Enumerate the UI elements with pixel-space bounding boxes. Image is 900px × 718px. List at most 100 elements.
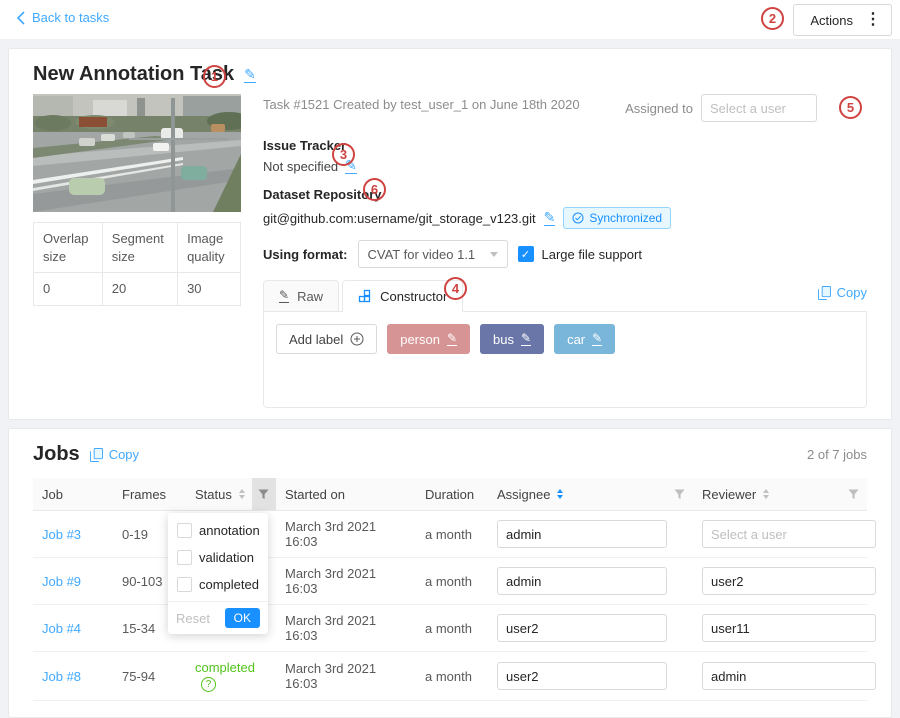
more-icon: ⋮ xyxy=(865,12,881,28)
annotation-circle-4: 4 xyxy=(444,277,467,300)
reviewer-sorter-icon[interactable] xyxy=(763,489,769,499)
job-row: Job #4 15-34 March 3rd 2021 16:03 a mont… xyxy=(33,605,867,652)
segment-size-value: 20 xyxy=(102,273,177,306)
sync-badge-label: Synchronized xyxy=(589,211,662,225)
assignee-sorter-icon[interactable] xyxy=(557,489,563,499)
export-format-value: CVAT for video 1.1 xyxy=(368,247,476,262)
copy-labels-label: Copy xyxy=(837,285,867,300)
assignee-filter-button[interactable] xyxy=(665,478,693,510)
edit-label-icon[interactable]: ✎ xyxy=(592,332,602,346)
chevron-down-icon xyxy=(490,252,498,257)
actions-label: Actions xyxy=(810,13,853,28)
image-quality-header: Image quality xyxy=(178,223,241,273)
add-label-button[interactable]: Add label xyxy=(276,324,377,354)
segment-size-header: Segment size xyxy=(102,223,177,273)
reviewer-input[interactable] xyxy=(702,520,876,548)
actions-button[interactable]: Actions ⋮ xyxy=(793,4,892,36)
edit-repository-icon[interactable]: ✎ xyxy=(544,210,556,226)
edit-label-icon[interactable]: ✎ xyxy=(521,332,531,346)
duration-cell: a month xyxy=(416,558,488,605)
task-meta-text: Task #1521 Created by test_user_1 on Jun… xyxy=(263,94,580,112)
edit-label-icon[interactable]: ✎ xyxy=(447,332,457,346)
copy-icon xyxy=(818,286,831,300)
overlap-size-header: Overlap size xyxy=(34,223,103,273)
large-file-support-checkbox[interactable]: ✓ Large file support xyxy=(518,246,642,262)
tab-raw[interactable]: ✎ Raw xyxy=(263,280,339,312)
filter-option-label: annotation xyxy=(199,523,260,538)
filter-reset-button[interactable]: Reset xyxy=(176,611,210,626)
assignee-input[interactable] xyxy=(497,520,667,548)
label-chip-car[interactable]: car ✎ xyxy=(554,324,615,354)
assignee-input[interactable] xyxy=(497,662,667,690)
reviewer-input[interactable] xyxy=(702,662,876,690)
col-started-on: Started on xyxy=(285,487,345,502)
large-file-support-label: Large file support xyxy=(542,247,642,262)
job-link[interactable]: Job #3 xyxy=(42,527,81,542)
reviewer-filter-button[interactable] xyxy=(839,478,867,510)
filter-option-annotation[interactable]: annotation xyxy=(168,517,268,544)
annotation-circle-1: 1 xyxy=(203,65,226,88)
jobs-heading: Jobs xyxy=(33,443,80,466)
job-row: Job #3 0-19 March 3rd 2021 16:03 a month xyxy=(33,511,867,558)
issue-tracker-value: Not specified xyxy=(263,159,338,174)
assigned-to-label: Assigned to xyxy=(625,101,693,116)
duration-cell: a month xyxy=(416,652,488,701)
export-format-select[interactable]: CVAT for video 1.1 xyxy=(358,240,508,268)
task-preview-image xyxy=(33,94,241,212)
filter-funnel-icon xyxy=(848,489,859,500)
filter-option-completed[interactable]: completed xyxy=(168,571,268,598)
status-filter-dropdown: annotation validation completed Reset OK xyxy=(168,513,268,634)
checkbox-unchecked[interactable] xyxy=(177,523,192,538)
checkbox-unchecked[interactable] xyxy=(177,550,192,565)
task-params-table: Overlap size Segment size Image quality … xyxy=(33,222,241,306)
jobs-card: Jobs Copy 2 of 7 jobs Job Frames Status xyxy=(8,428,892,718)
checkbox-unchecked[interactable] xyxy=(177,577,192,592)
tab-constructor-label: Constructor xyxy=(380,289,447,304)
assignee-input[interactable] xyxy=(497,567,667,595)
job-link[interactable]: Job #9 xyxy=(42,574,81,589)
copy-labels-button[interactable]: Copy xyxy=(818,285,867,300)
label-chip-bus[interactable]: bus ✎ xyxy=(480,324,544,354)
duration-cell: a month xyxy=(416,605,488,652)
add-label-text: Add label xyxy=(289,332,343,347)
dataset-repository-label: Dataset Repository xyxy=(263,187,867,202)
filter-ok-button[interactable]: OK xyxy=(225,608,260,628)
using-format-label: Using format: xyxy=(263,247,348,262)
col-status[interactable]: Status xyxy=(195,487,232,502)
back-to-tasks-link[interactable]: Back to tasks xyxy=(16,10,109,25)
assignee-input[interactable] xyxy=(497,614,667,642)
job-link[interactable]: Job #8 xyxy=(42,669,81,684)
build-icon xyxy=(358,289,372,303)
annotation-circle-3: 3 xyxy=(332,143,355,166)
label-chip-person[interactable]: person ✎ xyxy=(387,324,470,354)
started-cell: March 3rd 2021 16:03 xyxy=(276,605,416,652)
jobs-table: Job Frames Status Started on Duration As… xyxy=(33,478,867,701)
label-person-name: person xyxy=(400,332,440,347)
col-duration: Duration xyxy=(425,487,474,502)
col-frames: Frames xyxy=(122,487,166,502)
status-sorter-icon[interactable] xyxy=(239,489,245,499)
col-assignee[interactable]: Assignee xyxy=(497,487,550,502)
filter-option-label: completed xyxy=(199,577,259,592)
reviewer-input[interactable] xyxy=(702,567,876,595)
copy-jobs-button[interactable]: Copy xyxy=(90,447,139,462)
edit-title-icon[interactable]: ✎ xyxy=(244,67,256,83)
job-link[interactable]: Job #4 xyxy=(42,621,81,636)
label-bus-name: bus xyxy=(493,332,514,347)
chevron-left-icon xyxy=(16,11,25,25)
reviewer-input[interactable] xyxy=(702,614,876,642)
col-job: Job xyxy=(42,487,63,502)
question-circle-icon[interactable]: ? xyxy=(201,677,216,692)
started-cell: March 3rd 2021 16:03 xyxy=(276,511,416,558)
filter-funnel-icon xyxy=(258,489,269,500)
annotation-circle-5: 5 xyxy=(839,96,862,119)
assigned-to-input[interactable] xyxy=(701,94,817,122)
overlap-size-value: 0 xyxy=(34,273,103,306)
frames-cell: 75-94 xyxy=(113,652,186,701)
filter-option-validation[interactable]: validation xyxy=(168,544,268,571)
annotation-circle-6: 6 xyxy=(363,178,386,201)
col-reviewer[interactable]: Reviewer xyxy=(702,487,756,502)
plus-circle-icon xyxy=(350,332,364,346)
repository-url[interactable]: git@github.com:username/git_storage_v123… xyxy=(263,211,536,226)
status-filter-button[interactable] xyxy=(252,478,276,510)
